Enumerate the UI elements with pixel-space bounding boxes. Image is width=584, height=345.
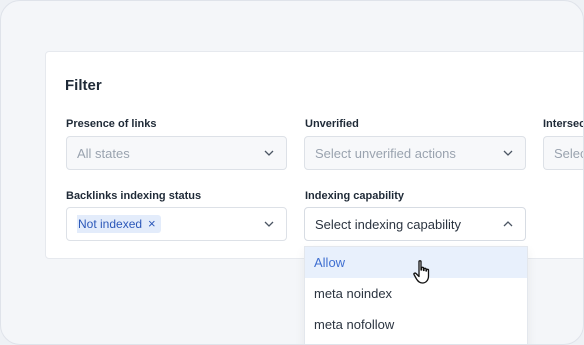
chevron-down-icon: [264, 221, 274, 227]
chip-label: Not indexed: [78, 217, 143, 231]
backlinks-indexing-status-label: Backlinks indexing status: [66, 190, 202, 202]
unverified-placeholder: Select unverified actions: [315, 145, 456, 161]
backlinks-indexing-status-select[interactable]: Not indexed ×: [66, 207, 287, 241]
intersect-select[interactable]: Selec: [543, 136, 584, 170]
indexing-capability-placeholder: Select indexing capability: [315, 216, 461, 232]
option-meta-nofollow[interactable]: meta nofollow: [305, 309, 527, 340]
window-frame: Filter Presence of links All states Unve…: [0, 0, 584, 345]
unverified-select[interactable]: Select unverified actions: [304, 136, 526, 170]
chip-remove-icon[interactable]: ×: [148, 217, 156, 230]
intersect-placeholder: Selec: [554, 145, 584, 161]
chevron-up-icon: [503, 221, 513, 227]
presence-of-links-select[interactable]: All states: [66, 136, 287, 170]
presence-of-links-label: Presence of links: [66, 118, 157, 130]
filter-title: Filter: [65, 77, 102, 94]
hand-pointer-icon: [413, 260, 430, 284]
unverified-label: Unverified: [305, 118, 359, 130]
indexing-capability-label: Indexing capability: [305, 190, 405, 202]
presence-of-links-value: All states: [77, 145, 130, 161]
intersect-label: Intersect: [543, 118, 583, 130]
not-indexed-chip: Not indexed ×: [77, 215, 161, 233]
chevron-down-icon: [503, 150, 513, 156]
indexing-capability-select[interactable]: Select indexing capability: [304, 207, 526, 241]
chevron-down-icon: [264, 150, 274, 156]
